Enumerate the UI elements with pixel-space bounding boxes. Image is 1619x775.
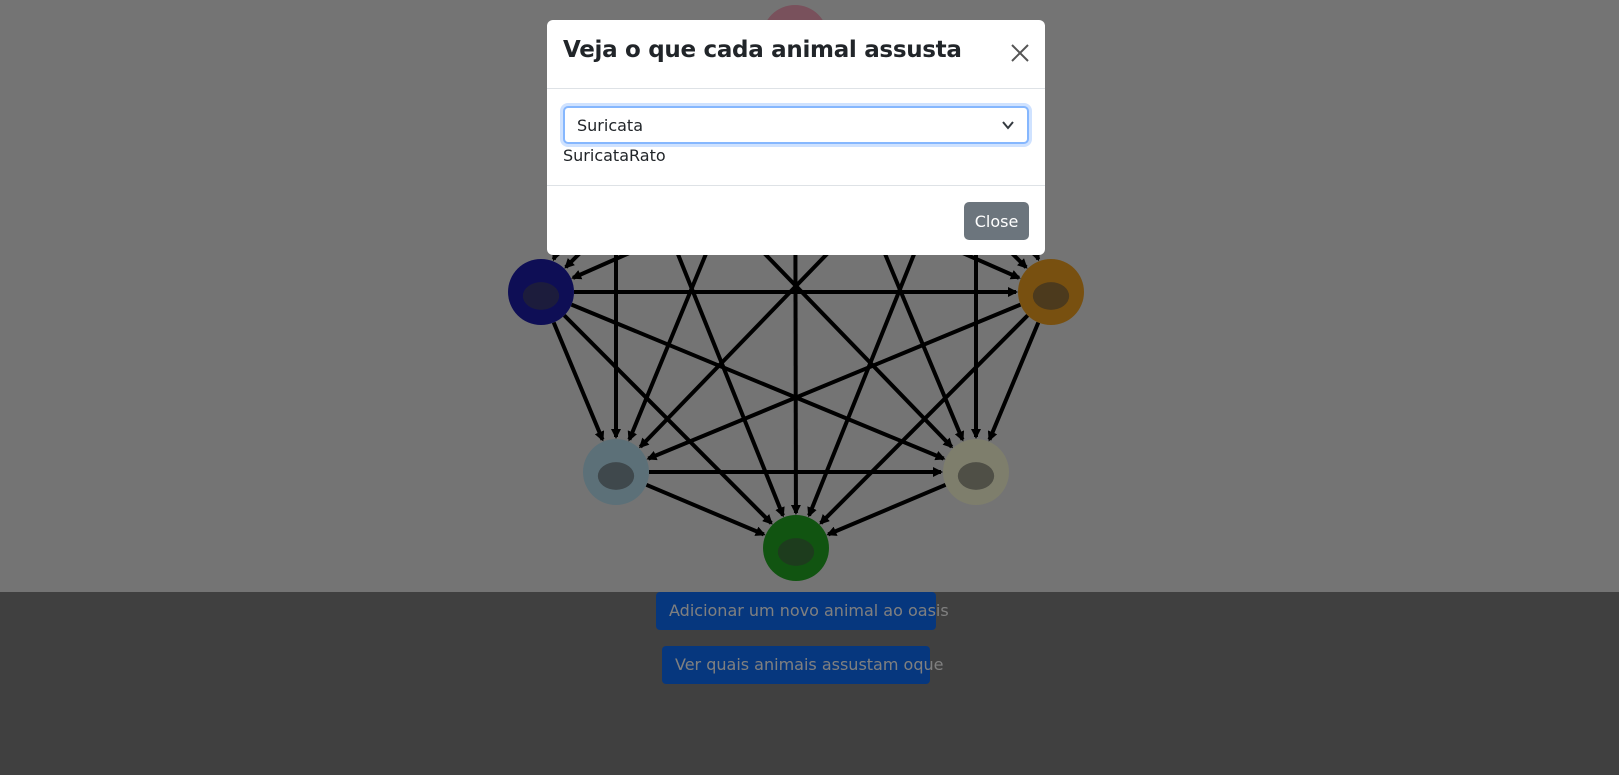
close-button[interactable]: Close xyxy=(964,202,1029,240)
animal-select[interactable]: Suricata xyxy=(563,106,1029,144)
modal-footer: Close xyxy=(547,185,1045,255)
modal-title: Veja o que cada animal assusta xyxy=(563,37,962,63)
animal-select-value: Suricata xyxy=(577,116,643,135)
close-icon[interactable] xyxy=(1007,40,1033,66)
scares-modal: Veja o que cada animal assusta Suricata … xyxy=(547,20,1045,255)
modal-header: Veja o que cada animal assusta xyxy=(547,20,1045,89)
scare-result-text: SuricataRato xyxy=(563,146,666,165)
chevron-down-icon xyxy=(1002,121,1014,130)
